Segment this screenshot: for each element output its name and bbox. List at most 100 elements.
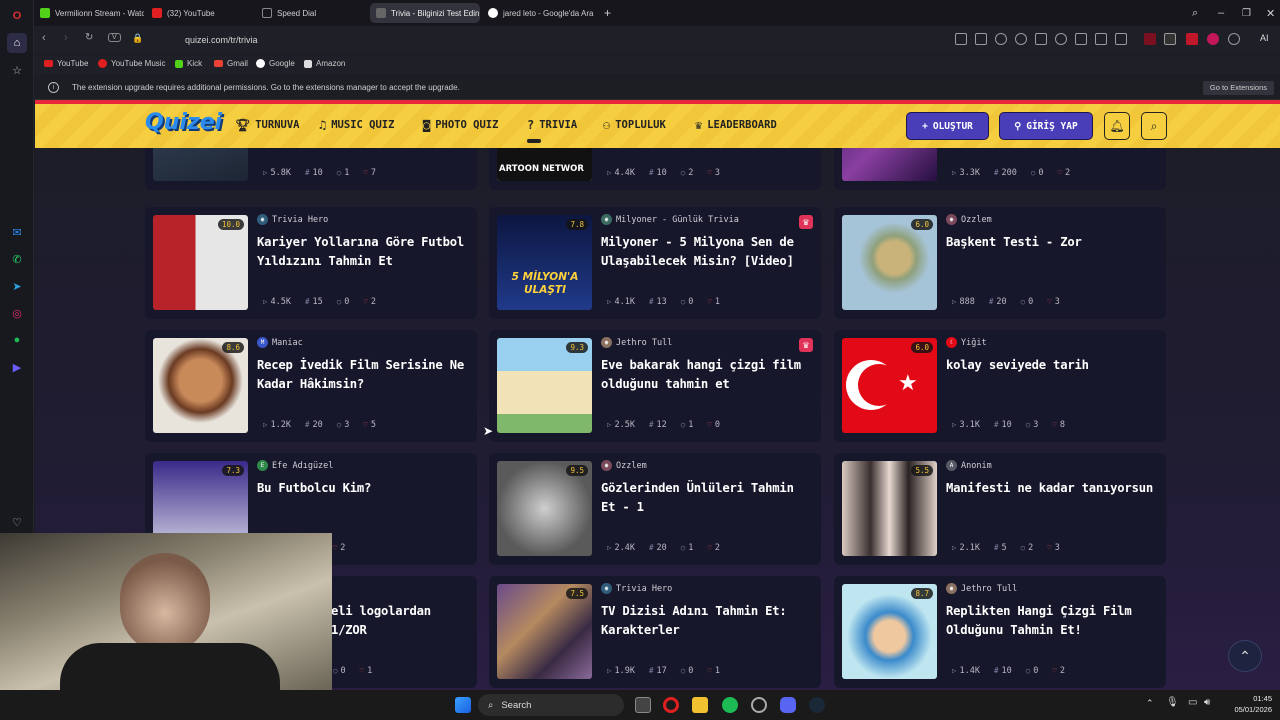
vpn-badge-icon[interactable]: V <box>108 33 121 42</box>
microphone-icon[interactable]: 🎙︎ <box>1166 697 1179 708</box>
steam-icon[interactable] <box>809 697 825 713</box>
camera-icon[interactable] <box>975 33 987 45</box>
whatsapp-icon[interactable]: ✆ <box>7 249 27 269</box>
site-logo[interactable]: Quizei <box>145 110 222 135</box>
create-button[interactable]: + OLUŞTUR <box>906 112 989 140</box>
taskbar-search[interactable]: ⌕ Search <box>478 694 624 716</box>
spotify-icon[interactable]: ● <box>7 330 27 350</box>
nav-trivia[interactable]: ? TRIVIA <box>527 118 577 132</box>
extension-icon[interactable] <box>1015 33 1027 45</box>
heart-outline-icon[interactable] <box>1055 33 1067 45</box>
wallet-icon[interactable] <box>1115 33 1127 45</box>
bookmark-gmail[interactable]: Gmail <box>214 59 248 68</box>
quiz-title[interactable]: Başkent Testi - Zor <box>946 233 1158 252</box>
pinboard-icon[interactable]: ☆ <box>7 60 27 80</box>
quiz-title[interactable]: Bu Futbolcu Kim? <box>257 479 469 498</box>
file-explorer-icon[interactable] <box>692 697 708 713</box>
quiz-title[interactable]: Kariyer Yollarına Göre Futbol Yıldızını … <box>257 233 469 271</box>
discord-icon[interactable] <box>780 697 796 713</box>
quiz-card[interactable]: ▷ 5.8K #10 ○ 1 ♡ 7 <box>145 148 477 190</box>
quiz-card[interactable]: ARTOON NETWOR ▷ 4.4K #10 ○ 2 ♡ 3 <box>489 148 821 190</box>
quiz-card[interactable]: ▷ 3.3K #200 ○ 0 ♡ 2 <box>834 148 1166 190</box>
quiz-card[interactable]: 10.0 ◉ Trivia Hero Kariyer Yollarına Göre… <box>145 207 477 319</box>
quiz-card[interactable]: 6.0 ◉ Ozzlem Başkent Testi - Zor ▷ 888 #20 ○… <box>834 207 1166 319</box>
close-icon[interactable]: ✕ <box>1260 3 1280 23</box>
quiz-card[interactable]: 9.3 ◉ Jethro Tull ♛ Eve bakarak hangi çiz… <box>489 330 821 442</box>
quiz-title[interactable]: Milyoner - 5 Milyona Sen de Ulaşabilecek… <box>601 233 813 271</box>
forward-icon[interactable]: › <box>64 32 68 44</box>
tab-google[interactable]: jared leto - Google'da Ara <box>482 3 594 23</box>
tab-speed-dial[interactable]: Speed Dial <box>256 3 366 23</box>
shield-icon[interactable] <box>995 33 1007 45</box>
red-ext-icon[interactable] <box>1186 33 1198 45</box>
url-input[interactable]: quizei.com/tr/trivia <box>185 35 258 45</box>
messenger-icon[interactable]: ✉ <box>7 222 27 242</box>
recorder-ext-icon[interactable] <box>1144 33 1156 45</box>
quiz-author: ◉ Trivia Hero <box>257 214 328 225</box>
quiz-title[interactable]: Manifesti ne kadar tanıyorsun <box>946 479 1158 498</box>
opera-taskbar-icon[interactable] <box>663 697 679 713</box>
download-icon[interactable] <box>1075 33 1087 45</box>
quiz-card[interactable]: 6.0 ★ ☾ Yiğit kolay seviyede tarih ▷ 3.1K #… <box>834 330 1166 442</box>
nav-topluluk[interactable]: ⚇ TOPLULUK <box>603 118 666 132</box>
bookmark-youtube[interactable]: YouTube <box>44 59 88 68</box>
quiz-title[interactable]: eli logolardan 1/ZOR <box>331 602 471 640</box>
nav-music-quiz[interactable]: ♫ MUSIC QUIZ <box>319 118 394 132</box>
quiz-card[interactable]: 5.5 A Anonim Manifesti ne kadar tanıyorsu… <box>834 453 1166 565</box>
bookmark-amazon[interactable]: Amazon <box>304 59 345 68</box>
edit-icon[interactable] <box>955 33 967 45</box>
quiz-card[interactable]: 8.7 ◉ Jethro Tull Replikten Hangi Çizgi F… <box>834 576 1166 688</box>
player-icon[interactable]: ▶ <box>7 357 27 377</box>
search-tabs-icon[interactable]: ⌕ <box>1186 3 1204 23</box>
nav-photo-quiz[interactable]: ◙ PHOTO QUIZ <box>423 118 498 132</box>
tab-trivia[interactable]: Trivia - Bilginizi Test Edin <box>370 3 480 23</box>
play-icon[interactable] <box>1035 33 1047 45</box>
taskbar-clock[interactable]: 01:45 05/01/2026 <box>1234 693 1272 715</box>
nav-leaderboard[interactable]: ♛ LEADERBOARD <box>695 118 777 132</box>
windows-start-icon[interactable] <box>455 697 471 713</box>
quiz-title[interactable]: Recep İvedik Film Serisine Ne Kadar Hâki… <box>257 356 469 394</box>
telegram-icon[interactable]: ➤ <box>7 276 27 296</box>
back-to-top-button[interactable]: ⌃ <box>1228 640 1262 672</box>
volume-icon[interactable]: 🔊︎ <box>1204 697 1210 708</box>
login-button[interactable]: ⚲ GİRİŞ YAP <box>999 112 1093 140</box>
bookmark-kick[interactable]: Kick <box>175 59 202 68</box>
tab-kick[interactable]: Vermilionn Stream - Watc <box>34 3 144 23</box>
new-tab-button[interactable]: + <box>598 3 618 23</box>
quiz-card[interactable]: 7.8 5 MİLYON'A ULAŞTI ◉ Milyoner - Günlük … <box>489 207 821 319</box>
instagram-icon[interactable]: ◎ <box>7 303 27 323</box>
quiz-card[interactable]: 8.6 M Maniac Recep İvedik Film Serisine N… <box>145 330 477 442</box>
puzzle-icon[interactable] <box>1228 33 1240 45</box>
questions-icon: # <box>305 297 310 306</box>
quiz-title[interactable]: Gözlerinden Ünlüleri Tahmin Et - 1 <box>601 479 813 517</box>
go-to-extensions-button[interactable]: Go to Extensions <box>1202 81 1274 95</box>
back-icon[interactable]: ‹ <box>42 32 46 44</box>
workspace-home-icon[interactable]: ⌂ <box>7 33 27 53</box>
search-icon[interactable]: ⌕ <box>1141 112 1167 140</box>
quiz-card[interactable]: 9.5 ◉ Ozzlem Gözlerinden Ünlüleri Tahmin … <box>489 453 821 565</box>
bookmark-google[interactable]: Google <box>256 59 295 68</box>
quiz-title[interactable]: Eve bakarak hangi çizgi film olduğunu ta… <box>601 356 813 394</box>
minimize-icon[interactable]: – <box>1212 3 1230 23</box>
heart-icon[interactable]: ♡ <box>7 512 27 532</box>
notification-bell-icon[interactable]: 🔔︎ <box>1104 112 1130 140</box>
task-view-icon[interactable] <box>635 697 651 713</box>
tray-chevron-icon[interactable]: ⌃ <box>1146 698 1154 709</box>
steam-alt-icon[interactable] <box>751 697 767 713</box>
quiz-title[interactable]: TV Dizisi Adını Tahmin Et: Karakterler <box>601 602 813 640</box>
menu-icon[interactable] <box>1095 33 1107 45</box>
maximize-icon[interactable]: ❐ <box>1236 3 1257 23</box>
tab-youtube[interactable]: (32) YouTube <box>146 3 254 23</box>
network-icon[interactable]: ▭ <box>1188 697 1197 708</box>
quiz-card[interactable]: 7.5 ◉ Trivia Hero TV Dizisi Adını Tahmin … <box>489 576 821 688</box>
bookmark-youtube-music[interactable]: YouTube Music <box>98 59 166 68</box>
reload-icon[interactable]: ↻ <box>85 32 93 43</box>
ublock-icon[interactable] <box>1207 33 1219 45</box>
ai-button[interactable]: AI <box>1260 33 1269 43</box>
quiz-title[interactable]: kolay seviyede tarih <box>946 356 1158 375</box>
spotify-taskbar-icon[interactable] <box>722 697 738 713</box>
opera-logo-icon[interactable]: O <box>7 6 27 26</box>
quiz-title[interactable]: Replikten Hangi Çizgi Film Olduğunu Tahm… <box>946 602 1158 640</box>
twitch-ext-icon[interactable] <box>1164 33 1176 45</box>
nav-turnuva[interactable]: 🏆︎ TURNUVA <box>235 118 300 132</box>
